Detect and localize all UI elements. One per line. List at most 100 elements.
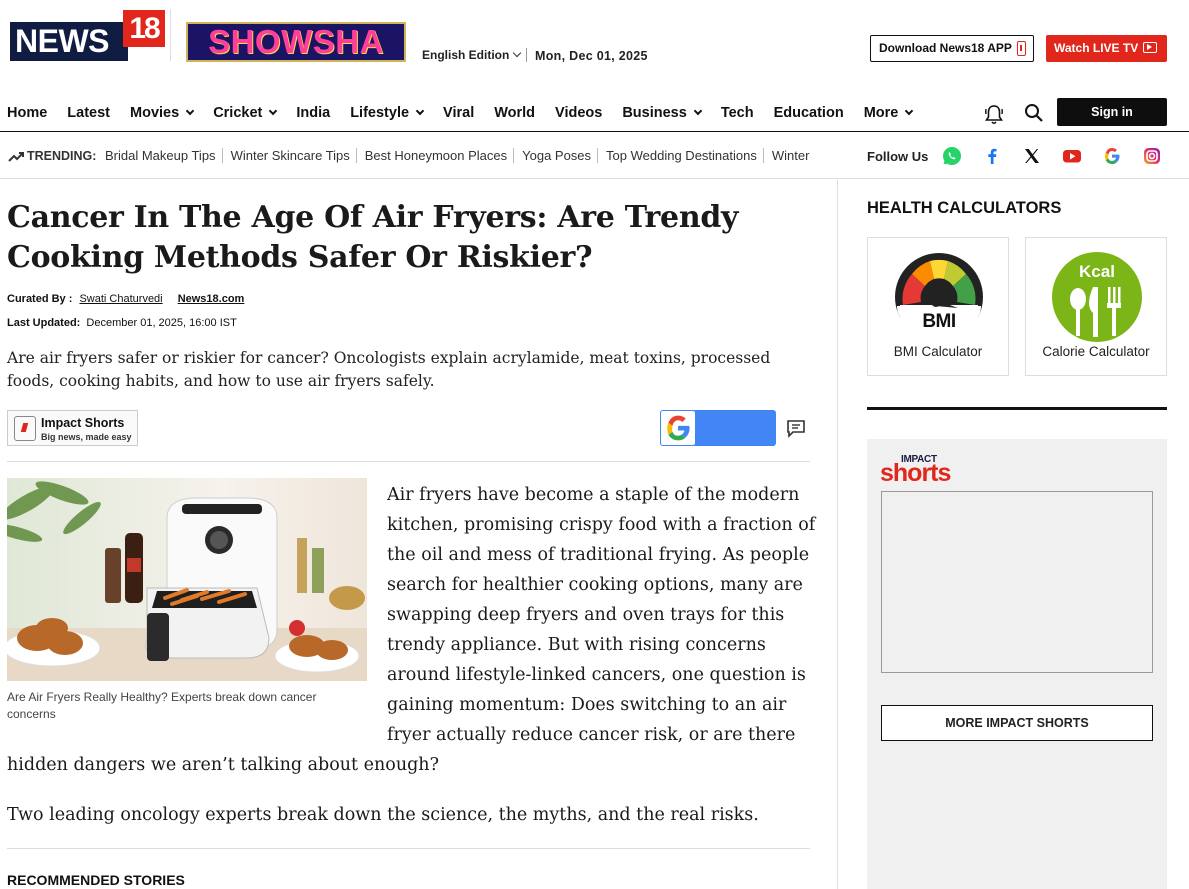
nav-item-tech[interactable]: Tech	[721, 105, 754, 121]
impact-shorts-card[interactable]: Impact Shorts Big news, made easy	[7, 410, 138, 446]
news18-logo[interactable]: NEWS 18	[10, 10, 165, 61]
google-icon[interactable]	[1101, 145, 1123, 167]
chevron-down-icon	[905, 106, 914, 116]
calorie-calculator-card[interactable]: Kcal Calorie Calculator	[1025, 237, 1167, 376]
nav-item-more[interactable]: More	[863, 105, 914, 121]
edition-selector[interactable]: English Edition	[422, 48, 522, 62]
nav-item-latest[interactable]: Latest	[67, 105, 110, 121]
comment-icon[interactable]	[786, 419, 806, 438]
kcal-badge-text: Kcal	[1079, 262, 1115, 281]
x-icon[interactable]	[1021, 145, 1043, 167]
bmi-badge-text: BMI	[922, 311, 956, 332]
chevron-down-icon	[415, 106, 425, 116]
news18-logo-news: NEWS	[10, 22, 128, 61]
nav-item-india[interactable]: India	[296, 105, 330, 121]
download-app-button[interactable]: Download News18 APP	[870, 35, 1034, 62]
tv-play-icon	[1143, 42, 1157, 53]
trending-item[interactable]: Bridal Makeup Tips	[105, 148, 222, 163]
impact-shorts-title: Impact Shorts	[41, 416, 125, 430]
phone-icon	[1017, 41, 1026, 56]
download-app-label: Download News18 APP	[879, 41, 1012, 55]
trending-label: TRENDING:	[8, 149, 96, 163]
chevron-down-icon	[693, 106, 703, 116]
nav-item-label: Latest	[67, 105, 111, 121]
watch-live-label: Watch LIVE TV	[1054, 41, 1139, 55]
news18-logo-18: 18	[123, 10, 165, 47]
author-link[interactable]: Swati Chaturvedi	[79, 293, 162, 305]
bmi-calculator-card[interactable]: BMI BMI Calculator	[867, 237, 1009, 376]
nav-item-viral[interactable]: Viral	[443, 105, 474, 121]
calorie-calculator-label: Calorie Calculator	[1042, 344, 1150, 359]
google-preferred-source-button[interactable]	[660, 410, 776, 446]
nav-item-label: Education	[773, 105, 844, 121]
article-summary: Are air fryers safer or riskier for canc…	[7, 349, 771, 390]
trending-list: Bridal Makeup Tips Winter Skincare Tips Be…	[105, 148, 855, 163]
nav-item-label: Viral	[443, 105, 475, 121]
chevron-down-icon	[185, 106, 195, 116]
whatsapp-icon[interactable]	[941, 145, 963, 167]
nav-item-business[interactable]: Business	[622, 105, 703, 121]
instagram-icon[interactable]	[1141, 145, 1163, 167]
showsha-logo[interactable]: SHOWSHA	[186, 22, 406, 62]
trending-item[interactable]: Winter Skincare Tips	[221, 148, 356, 163]
main-nav: Home Latest Movies Cricket India Lifestyle Vir…	[0, 98, 1189, 132]
bell-icon[interactable]	[984, 103, 1004, 125]
publisher-link[interactable]: News18.com	[178, 293, 245, 305]
article-body-paragraph-1: Air fryers have become a staple of the m…	[387, 485, 816, 745]
article-headline: Cancer In The Age Of Air Fryers: Are Tre…	[7, 200, 739, 275]
nav-items: Home Latest Movies Cricket India Lifestyle Vir…	[7, 105, 932, 121]
byline: Curated By : Swati Chaturvedi News18.com	[7, 293, 256, 305]
curated-by-label: Curated By :	[7, 293, 73, 305]
article-body-paragraph-1-continued: hidden dangers we aren’t talking about e…	[7, 755, 439, 775]
nav-item-movies[interactable]: Movies	[130, 105, 195, 121]
watch-live-tv-button[interactable]: Watch LIVE TV	[1046, 35, 1167, 62]
google-g-icon	[661, 411, 695, 445]
divider	[7, 461, 810, 462]
impact-shorts-embed[interactable]	[881, 491, 1153, 673]
follow-us-label: Follow Us	[867, 149, 929, 164]
impact-shorts-logo: shorts	[880, 459, 951, 487]
nav-item-home[interactable]: Home	[7, 105, 47, 121]
chevron-down-icon	[513, 48, 522, 58]
divider	[7, 848, 810, 849]
health-calculators-title: HEALTH CALCULATORS	[867, 199, 1062, 217]
impact-shorts-subtitle: Big news, made easy	[41, 432, 132, 442]
nav-item-cricket[interactable]: Cricket	[213, 105, 278, 121]
trending-bar: TRENDING: Bridal Makeup Tips Winter Skinc…	[0, 133, 1189, 179]
bmi-calculator-label: BMI Calculator	[893, 344, 983, 359]
trending-item[interactable]: Yoga Poses	[513, 148, 598, 163]
facebook-icon[interactable]	[981, 145, 1003, 167]
nav-item-label: More	[863, 105, 899, 121]
trending-item[interactable]: Best Honeymoon Places	[355, 148, 514, 163]
trending-item[interactable]: Winter	[762, 148, 816, 163]
last-updated-label: Last Updated:	[7, 317, 81, 329]
trending-label-text: TRENDING:	[27, 149, 97, 163]
chevron-down-icon	[269, 106, 278, 116]
sign-in-button[interactable]: Sign in	[1057, 98, 1167, 126]
nav-item-label: Tech	[720, 105, 754, 121]
last-updated-value: December 01, 2025, 16:00 IST	[86, 317, 237, 329]
nav-item-videos[interactable]: Videos	[555, 105, 602, 121]
trending-item[interactable]: Top Wedding Destinations	[597, 148, 763, 163]
more-impact-shorts-button[interactable]: MORE IMPACT SHORTS	[881, 705, 1153, 741]
current-date: Mon, Dec 01, 2025	[535, 49, 648, 63]
edition-label: English Edition	[422, 48, 510, 62]
nav-item-education[interactable]: Education	[774, 105, 844, 121]
nav-item-label: Home	[7, 105, 48, 121]
nav-item-label: Movies	[130, 105, 180, 121]
sidebar-divider	[867, 407, 1167, 410]
nav-item-label: India	[296, 105, 331, 121]
date-divider	[526, 48, 527, 62]
nav-item-label: Business	[622, 105, 687, 121]
trending-arrow-icon	[8, 152, 24, 162]
nav-item-label: World	[494, 105, 536, 121]
search-icon[interactable]	[1024, 103, 1044, 123]
nav-item-lifestyle[interactable]: Lifestyle	[350, 105, 425, 121]
youtube-icon[interactable]	[1061, 145, 1083, 167]
impact-shorts-panel: IMPACT shorts MORE IMPACT SHORTS	[867, 439, 1167, 889]
article-hero-image[interactable]	[7, 478, 367, 681]
image-caption: Are Air Fryers Really Healthy? Experts b…	[7, 690, 317, 721]
recommended-stories-heading: RECOMMENDED STORIES	[7, 872, 185, 888]
header-divider	[170, 9, 171, 61]
nav-item-world[interactable]: World	[494, 105, 535, 121]
